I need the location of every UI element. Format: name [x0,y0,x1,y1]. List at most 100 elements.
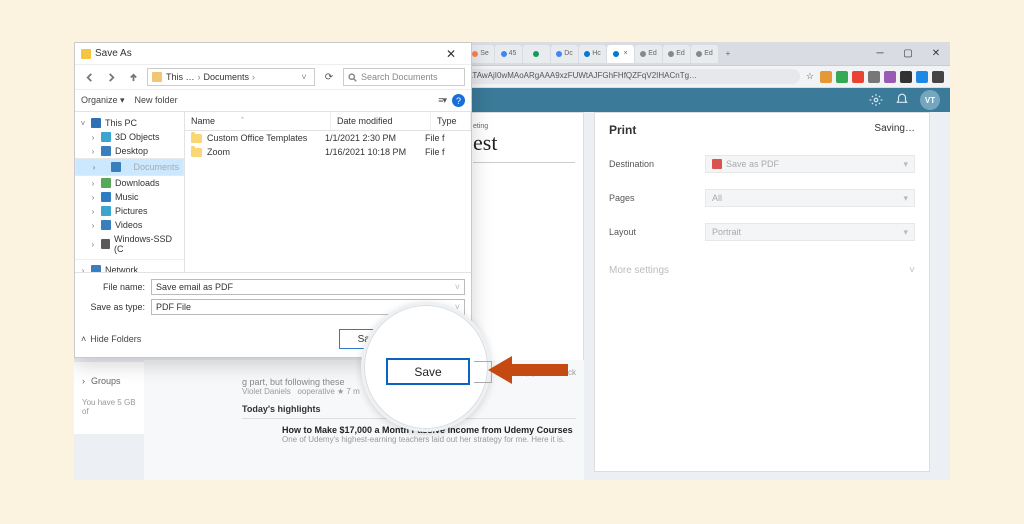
window-minimize-button[interactable]: ─ [866,43,894,65]
chevron-right-icon: › [82,376,85,386]
tree-item[interactable]: › Windows-SSD (C [75,232,184,256]
bookmark-star-icon[interactable]: ☆ [806,71,814,82]
tree-item-label: Pictures [115,206,148,216]
file-name-input[interactable]: Save email as PDF˅ [151,279,465,295]
file-row[interactable]: Zoom1/16/2021 10:18 PMFile f [185,145,471,159]
search-input[interactable]: Search Documents [343,68,465,86]
view-menu-icon[interactable]: ≡▾ [438,95,446,106]
tree-folder-icon [101,206,111,216]
sort-caret-icon: ˆ [241,116,244,126]
app-icon [81,49,91,59]
storage-quota-text: You have 5 GB of [74,390,144,424]
tree-item[interactable]: › 3D Objects [75,130,184,144]
file-list[interactable]: Nameˆ Date modified Type Custom Office T… [185,112,471,272]
print-status: Saving… [874,123,915,137]
tree-twisty-icon[interactable]: › [89,207,97,216]
window-close-button[interactable]: ✕ [922,43,950,65]
tree-item-label: Windows-SSD (C [114,234,180,254]
tree-item-label: 3D Objects [115,132,160,142]
browser-tab[interactable]: Dc [551,45,578,63]
dialog-close-button[interactable]: ✕ [437,43,465,65]
nav-up-button[interactable] [125,69,141,85]
tree-item-label: Network [105,265,138,272]
screenshot-canvas: Se45DcHc ×EdEdEd + ─ ▢ ✕ ← → ⟳ LTAwAjI0w… [74,42,950,480]
pages-label: Pages [609,193,705,203]
notifications-bell-icon[interactable] [894,92,910,108]
destination-select[interactable]: Save as PDF ▾ [705,155,915,173]
new-tab-button[interactable]: + [719,49,737,58]
tree-item-label: Videos [115,220,142,230]
tree-item-label: Desktop [115,146,148,156]
tree-twisty-icon[interactable]: › [89,133,97,142]
pages-select[interactable]: All▾ [705,189,915,207]
browser-tab[interactable]: Ed [691,45,718,63]
tree-folder-icon [101,178,111,188]
tree-twisty-icon[interactable]: › [89,179,97,188]
file-row[interactable]: Custom Office Templates1/1/2021 2:30 PMF… [185,131,471,145]
more-settings-toggle[interactable]: More settings˅ [595,249,929,292]
sidebar-item-groups[interactable]: ›Groups [74,372,144,390]
tree-item-label: This PC [105,118,137,128]
extension-icon[interactable] [836,71,848,83]
tree-item[interactable]: ›Music [75,190,184,204]
breadcrumb-path[interactable]: This …› Documents› ˅ [147,68,315,86]
tree-item[interactable]: ›Documents [75,158,184,176]
organize-menu[interactable]: Organize ▾ [81,95,125,106]
chevron-down-icon[interactable]: ˅ [298,72,310,82]
refresh-button[interactable]: ⟳ [321,72,337,83]
hide-folders-toggle[interactable]: Hide Folders [81,334,141,344]
chevron-down-icon[interactable]: ˅ [455,282,460,292]
folder-tree[interactable]: ˅This PC›3D Objects›Desktop›Documents›Do… [75,112,185,272]
favicon-icon [584,51,590,57]
tree-item[interactable]: › Videos [75,218,184,232]
extension-icon[interactable] [932,71,944,83]
extension-icon[interactable] [868,71,880,83]
destination-label: Destination [609,159,705,169]
dialog-title: Save As [95,48,132,59]
settings-gear-icon[interactable] [868,92,884,108]
tree-folder-icon [111,162,121,172]
tree-twisty-icon[interactable]: › [89,193,97,202]
tree-twisty-icon[interactable]: ˅ [79,119,87,128]
browser-tab[interactable]: Hc [579,45,606,63]
tree-item[interactable]: ˅ This PC [75,116,184,130]
url-field[interactable]: LTAwAjI0wMAoARgAAA9xzFUWtAJFGhFHfQZFqV2I… [461,69,800,84]
window-maximize-button[interactable]: ▢ [894,43,922,65]
tree-twisty-icon[interactable]: › [90,163,98,172]
browser-tab[interactable] [523,45,550,63]
pdf-icon [712,159,722,169]
nav-forward-button[interactable] [103,69,119,85]
tree-item-label: Downloads [115,178,160,188]
favicon-icon [640,51,646,57]
browser-tab[interactable]: Ed [663,45,690,63]
favicon-icon [472,51,478,57]
browser-tab[interactable]: Ed [635,45,662,63]
tree-item[interactable]: › Downloads [75,176,184,190]
tree-item[interactable]: ›Network [75,263,184,272]
app-header: VT [407,88,950,112]
tree-item[interactable]: › Desktop [75,144,184,158]
favicon-icon [533,51,539,57]
extension-icon[interactable] [852,71,864,83]
layout-select[interactable]: Portrait▾ [705,223,915,241]
tree-twisty-icon[interactable]: › [89,221,97,230]
help-icon[interactable]: ? [452,94,465,107]
browser-tab[interactable]: 45 [495,45,522,63]
browser-tab[interactable]: × [607,45,634,63]
file-name-label: File name: [81,282,151,292]
nav-back-button[interactable] [81,69,97,85]
tree-twisty-icon[interactable]: › [89,240,97,249]
tree-twisty-icon[interactable]: › [89,147,97,156]
avatar[interactable]: VT [920,90,940,110]
extension-icon[interactable] [884,71,896,83]
tree-folder-icon [91,118,101,128]
tree-item[interactable]: › Pictures [75,204,184,218]
extension-icon[interactable] [916,71,928,83]
mail-sidebar-fragment: ›Groups You have 5 GB of [74,362,144,434]
save-button-zoomed[interactable]: Save [386,358,470,385]
new-folder-button[interactable]: New folder [135,95,178,106]
extension-icon[interactable] [900,71,912,83]
layout-label: Layout [609,227,705,237]
extension-icon[interactable] [820,71,832,83]
list-header[interactable]: Nameˆ Date modified Type [185,112,471,131]
